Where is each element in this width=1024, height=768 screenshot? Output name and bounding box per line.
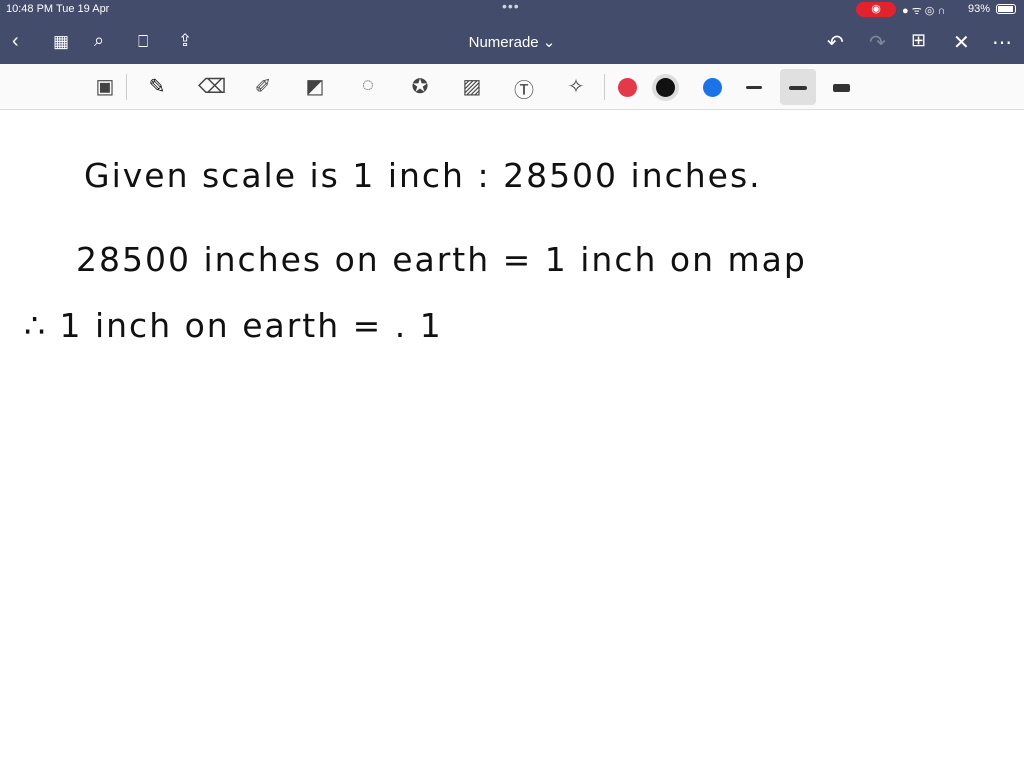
add-page-icon[interactable]: ⊞	[911, 30, 926, 51]
multitask-dots[interactable]: •••	[502, 0, 520, 14]
shapes-icon[interactable]: ◩	[302, 74, 328, 99]
highlighter-icon[interactable]: ✐	[250, 74, 276, 99]
redo-icon[interactable]: ↷	[869, 30, 886, 55]
lasso-icon[interactable]: ◌	[355, 74, 381, 97]
text-icon[interactable]: Ⓣ	[511, 74, 537, 103]
color-black-selected[interactable]	[656, 78, 675, 97]
image-icon[interactable]: ▨	[459, 74, 485, 99]
stroke-medium[interactable]	[789, 86, 807, 90]
status-time: 10:48 PM Tue 19 Apr	[6, 3, 110, 15]
handwritten-line: Given scale is 1 inch : 28500 inches.	[84, 156, 762, 195]
eraser-icon[interactable]: ⌫	[198, 74, 226, 99]
close-pen-icon[interactable]: ✕	[953, 30, 970, 55]
handwritten-line: 28500 inches on earth = 1 inch on map	[76, 240, 807, 279]
sticker-icon[interactable]: ✪	[407, 74, 433, 99]
divider	[126, 74, 127, 100]
read-mode-icon[interactable]: ▣	[92, 74, 118, 99]
color-red[interactable]	[618, 78, 637, 97]
color-blue[interactable]	[703, 78, 722, 97]
divider	[604, 74, 605, 100]
status-icons: ● ᯤ ◎ ∩	[902, 5, 946, 17]
pen-icon[interactable]: ✎	[144, 74, 170, 99]
undo-icon[interactable]: ↶	[827, 30, 844, 55]
laser-pointer-icon[interactable]: ✧	[563, 74, 589, 99]
app-header: 10:48 PM Tue 19 Apr ••• ◉ ● ᯤ ◎ ∩ 93% ‹ …	[0, 0, 1024, 64]
more-icon[interactable]: ⋯	[992, 30, 1012, 55]
stroke-thin[interactable]	[746, 86, 762, 89]
screen-recording-indicator[interactable]: ◉	[856, 2, 896, 17]
drawing-toolbar: ▣ ✎ ⌫ ✐ ◩ ◌ ✪ ▨ Ⓣ ✧	[0, 64, 1024, 110]
stroke-thick[interactable]	[833, 84, 850, 92]
battery-icon	[996, 4, 1016, 14]
battery-percent: 93%	[968, 3, 991, 15]
handwritten-line: ∴ 1 inch on earth = . 1	[24, 306, 443, 345]
